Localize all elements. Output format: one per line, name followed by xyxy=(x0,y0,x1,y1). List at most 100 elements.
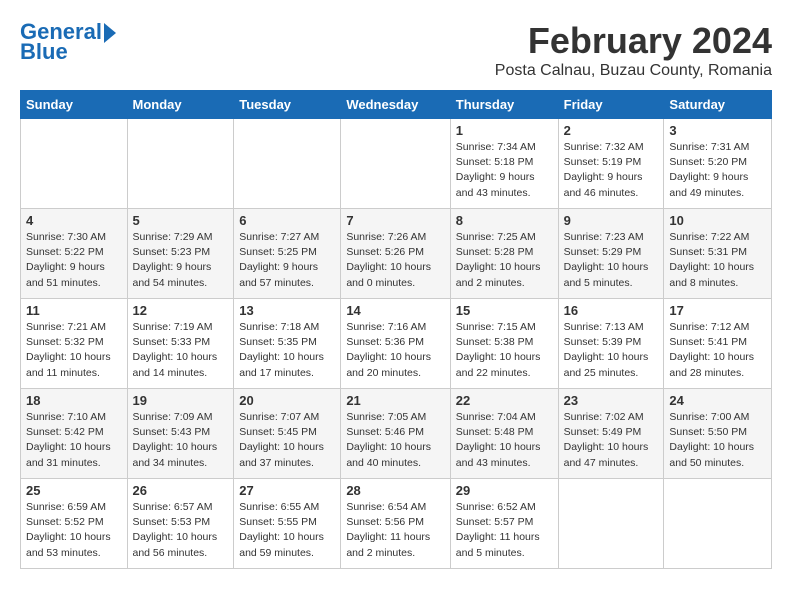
calendar-cell: 15 Sunrise: 7:15 AMSunset: 5:38 PMDayligh… xyxy=(450,299,558,389)
calendar-week-row: 4 Sunrise: 7:30 AMSunset: 5:22 PMDaylight… xyxy=(21,209,772,299)
weekday-header-saturday: Saturday xyxy=(664,91,772,119)
logo: General Blue xyxy=(20,20,116,64)
calendar-week-row: 18 Sunrise: 7:10 AMSunset: 5:42 PMDayligh… xyxy=(21,389,772,479)
day-info: Sunrise: 7:02 AMSunset: 5:49 PMDaylight:… xyxy=(564,410,659,471)
day-info: Sunrise: 7:00 AMSunset: 5:50 PMDaylight:… xyxy=(669,410,766,471)
logo-blue-text: Blue xyxy=(20,40,68,64)
day-number: 2 xyxy=(564,123,659,138)
day-number: 8 xyxy=(456,213,553,228)
calendar-cell: 9Sunrise: 7:23 AMSunset: 5:29 PMDaylight… xyxy=(558,209,664,299)
day-info: Sunrise: 7:29 AMSunset: 5:23 PMDaylight:… xyxy=(133,230,229,291)
calendar-cell: 22 Sunrise: 7:04 AMSunset: 5:48 PMDayligh… xyxy=(450,389,558,479)
calendar-cell: 12 Sunrise: 7:19 AMSunset: 5:33 PMDayligh… xyxy=(127,299,234,389)
title-block: February 2024 Posta Calnau, Buzau County… xyxy=(495,20,772,80)
day-info: Sunrise: 7:25 AMSunset: 5:28 PMDaylight:… xyxy=(456,230,553,291)
day-info: Sunrise: 7:30 AMSunset: 5:22 PMDaylight:… xyxy=(26,230,122,291)
calendar-cell: 26 Sunrise: 6:57 AMSunset: 5:53 PMDayligh… xyxy=(127,479,234,569)
logo-arrow-icon xyxy=(104,23,116,43)
day-info: Sunrise: 7:13 AMSunset: 5:39 PMDaylight:… xyxy=(564,320,659,381)
calendar-cell xyxy=(127,119,234,209)
day-info: Sunrise: 7:32 AMSunset: 5:19 PMDaylight:… xyxy=(564,140,659,201)
calendar-cell: 6 Sunrise: 7:27 AMSunset: 5:25 PMDaylight… xyxy=(234,209,341,299)
calendar-cell: 2 Sunrise: 7:32 AMSunset: 5:19 PMDaylight… xyxy=(558,119,664,209)
day-number: 18 xyxy=(26,393,122,408)
day-number: 15 xyxy=(456,303,553,318)
calendar-body: 1 Sunrise: 7:34 AMSunset: 5:18 PMDaylight… xyxy=(21,119,772,569)
day-number: 24 xyxy=(669,393,766,408)
day-number: 4 xyxy=(26,213,122,228)
calendar-cell: 10 Sunrise: 7:22 AMSunset: 5:31 PMDayligh… xyxy=(664,209,772,299)
calendar-cell: 16 Sunrise: 7:13 AMSunset: 5:39 PMDayligh… xyxy=(558,299,664,389)
day-number: 26 xyxy=(133,483,229,498)
day-number: 12 xyxy=(133,303,229,318)
calendar-cell: 1 Sunrise: 7:34 AMSunset: 5:18 PMDaylight… xyxy=(450,119,558,209)
day-number: 17 xyxy=(669,303,766,318)
calendar-cell: 4 Sunrise: 7:30 AMSunset: 5:22 PMDaylight… xyxy=(21,209,128,299)
day-number: 27 xyxy=(239,483,335,498)
day-number: 9 xyxy=(564,213,659,228)
weekday-header-row: SundayMondayTuesdayWednesdayThursdayFrid… xyxy=(21,91,772,119)
day-number: 3 xyxy=(669,123,766,138)
calendar-week-row: 1 Sunrise: 7:34 AMSunset: 5:18 PMDaylight… xyxy=(21,119,772,209)
calendar-cell: 17 Sunrise: 7:12 AMSunset: 5:41 PMDayligh… xyxy=(664,299,772,389)
day-info: Sunrise: 6:55 AMSunset: 5:55 PMDaylight:… xyxy=(239,500,335,561)
calendar-cell: 5Sunrise: 7:29 AMSunset: 5:23 PMDaylight… xyxy=(127,209,234,299)
day-number: 21 xyxy=(346,393,444,408)
calendar-cell xyxy=(558,479,664,569)
calendar-cell: 7Sunrise: 7:26 AMSunset: 5:26 PMDaylight… xyxy=(341,209,450,299)
calendar-cell: 3 Sunrise: 7:31 AMSunset: 5:20 PMDaylight… xyxy=(664,119,772,209)
calendar-cell xyxy=(664,479,772,569)
calendar-cell: 25Sunrise: 6:59 AMSunset: 5:52 PMDayligh… xyxy=(21,479,128,569)
day-number: 14 xyxy=(346,303,444,318)
day-info: Sunrise: 7:15 AMSunset: 5:38 PMDaylight:… xyxy=(456,320,553,381)
day-number: 16 xyxy=(564,303,659,318)
weekday-header-friday: Friday xyxy=(558,91,664,119)
calendar-cell xyxy=(21,119,128,209)
day-info: Sunrise: 7:04 AMSunset: 5:48 PMDaylight:… xyxy=(456,410,553,471)
day-info: Sunrise: 6:54 AMSunset: 5:56 PMDaylight:… xyxy=(346,500,444,561)
day-info: Sunrise: 7:07 AMSunset: 5:45 PMDaylight:… xyxy=(239,410,335,471)
day-number: 23 xyxy=(564,393,659,408)
day-info: Sunrise: 6:52 AMSunset: 5:57 PMDaylight:… xyxy=(456,500,553,561)
day-info: Sunrise: 6:57 AMSunset: 5:53 PMDaylight:… xyxy=(133,500,229,561)
day-number: 10 xyxy=(669,213,766,228)
day-info: Sunrise: 7:31 AMSunset: 5:20 PMDaylight:… xyxy=(669,140,766,201)
day-info: Sunrise: 7:12 AMSunset: 5:41 PMDaylight:… xyxy=(669,320,766,381)
day-info: Sunrise: 7:26 AMSunset: 5:26 PMDaylight:… xyxy=(346,230,444,291)
day-info: Sunrise: 7:09 AMSunset: 5:43 PMDaylight:… xyxy=(133,410,229,471)
weekday-header-wednesday: Wednesday xyxy=(341,91,450,119)
weekday-header-tuesday: Tuesday xyxy=(234,91,341,119)
location-subtitle: Posta Calnau, Buzau County, Romania xyxy=(495,62,772,80)
day-number: 19 xyxy=(133,393,229,408)
calendar-cell xyxy=(234,119,341,209)
calendar-cell: 18 Sunrise: 7:10 AMSunset: 5:42 PMDayligh… xyxy=(21,389,128,479)
calendar-header: SundayMondayTuesdayWednesdayThursdayFrid… xyxy=(21,91,772,119)
calendar-cell: 23 Sunrise: 7:02 AMSunset: 5:49 PMDayligh… xyxy=(558,389,664,479)
calendar-cell: 28Sunrise: 6:54 AMSunset: 5:56 PMDayligh… xyxy=(341,479,450,569)
calendar-cell: 14 Sunrise: 7:16 AMSunset: 5:36 PMDayligh… xyxy=(341,299,450,389)
day-info: Sunrise: 7:16 AMSunset: 5:36 PMDaylight:… xyxy=(346,320,444,381)
day-number: 22 xyxy=(456,393,553,408)
weekday-header-monday: Monday xyxy=(127,91,234,119)
calendar-cell: 19 Sunrise: 7:09 AMSunset: 5:43 PMDayligh… xyxy=(127,389,234,479)
day-info: Sunrise: 7:19 AMSunset: 5:33 PMDaylight:… xyxy=(133,320,229,381)
page-header: General Blue February 2024 Posta Calnau,… xyxy=(20,20,772,80)
day-number: 20 xyxy=(239,393,335,408)
day-info: Sunrise: 7:10 AMSunset: 5:42 PMDaylight:… xyxy=(26,410,122,471)
calendar-cell: 27 Sunrise: 6:55 AMSunset: 5:55 PMDayligh… xyxy=(234,479,341,569)
month-year-title: February 2024 xyxy=(495,20,772,62)
day-info: Sunrise: 7:22 AMSunset: 5:31 PMDaylight:… xyxy=(669,230,766,291)
day-number: 29 xyxy=(456,483,553,498)
calendar-table: SundayMondayTuesdayWednesdayThursdayFrid… xyxy=(20,90,772,569)
day-info: Sunrise: 7:21 AMSunset: 5:32 PMDaylight:… xyxy=(26,320,122,381)
day-info: Sunrise: 7:34 AMSunset: 5:18 PMDaylight:… xyxy=(456,140,553,201)
calendar-cell: 13Sunrise: 7:18 AMSunset: 5:35 PMDayligh… xyxy=(234,299,341,389)
day-number: 1 xyxy=(456,123,553,138)
day-number: 6 xyxy=(239,213,335,228)
day-info: Sunrise: 7:18 AMSunset: 5:35 PMDaylight:… xyxy=(239,320,335,381)
calendar-week-row: 25Sunrise: 6:59 AMSunset: 5:52 PMDayligh… xyxy=(21,479,772,569)
weekday-header-thursday: Thursday xyxy=(450,91,558,119)
day-info: Sunrise: 7:27 AMSunset: 5:25 PMDaylight:… xyxy=(239,230,335,291)
day-info: Sunrise: 7:05 AMSunset: 5:46 PMDaylight:… xyxy=(346,410,444,471)
calendar-cell: 24 Sunrise: 7:00 AMSunset: 5:50 PMDayligh… xyxy=(664,389,772,479)
